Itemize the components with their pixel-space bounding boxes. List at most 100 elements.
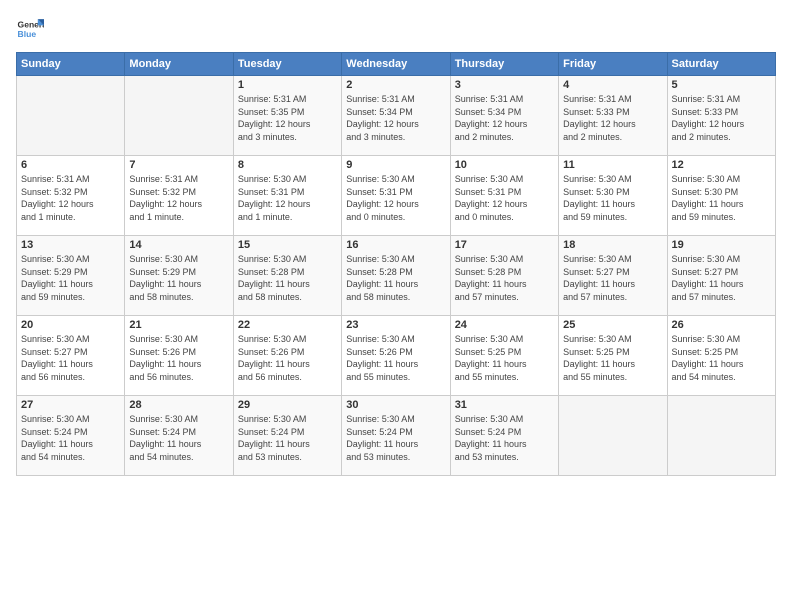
calendar-cell: 23 Sunrise: 5:30 AM Sunset: 5:26 PM Dayli… [342, 316, 450, 396]
day-number: 8 [238, 159, 337, 171]
calendar-cell: 6 Sunrise: 5:31 AM Sunset: 5:32 PM Daylig… [17, 156, 125, 236]
calendar-cell: 17 Sunrise: 5:30 AM Sunset: 5:28 PM Dayli… [450, 236, 558, 316]
week-row-2: 6 Sunrise: 5:31 AM Sunset: 5:32 PM Daylig… [17, 156, 776, 236]
day-number: 18 [563, 239, 662, 251]
calendar-cell: 24Sunrise: 5:30 AM Sunset: 5:25 PM Dayli… [450, 316, 558, 396]
calendar-cell: 10 Sunrise: 5:30 AM Sunset: 5:31 PM Dayli… [450, 156, 558, 236]
day-info: Sunrise: 5:30 AM Sunset: 5:27 PM Dayligh… [672, 253, 771, 303]
calendar-cell: 22 Sunrise: 5:30 AM Sunset: 5:26 PM Dayli… [233, 316, 341, 396]
day-number: 22 [238, 319, 337, 331]
week-row-5: 27Sunrise: 5:30 AM Sunset: 5:24 PM Dayli… [17, 396, 776, 476]
header-thursday: Thursday [450, 53, 558, 76]
day-info: Sunrise: 5:30 AM Sunset: 5:24 PM Dayligh… [346, 413, 445, 463]
day-info: Sunrise: 5:30 AM Sunset: 5:24 PM Dayligh… [238, 413, 337, 463]
day-number: 25 [563, 319, 662, 331]
calendar-table: SundayMondayTuesdayWednesdayThursdayFrid… [16, 52, 776, 476]
header-saturday: Saturday [667, 53, 775, 76]
day-number: 21 [129, 319, 228, 331]
header-friday: Friday [559, 53, 667, 76]
day-info: Sunrise: 5:31 AM Sunset: 5:34 PM Dayligh… [346, 93, 445, 143]
day-number: 3 [455, 79, 554, 91]
calendar-cell: 9 Sunrise: 5:30 AM Sunset: 5:31 PM Daylig… [342, 156, 450, 236]
day-number: 23 [346, 319, 445, 331]
day-info: Sunrise: 5:30 AM Sunset: 5:26 PM Dayligh… [129, 333, 228, 383]
calendar-cell: 5 Sunrise: 5:31 AM Sunset: 5:33 PM Daylig… [667, 76, 775, 156]
calendar-cell: 3Sunrise: 5:31 AM Sunset: 5:34 PM Daylig… [450, 76, 558, 156]
day-number: 13 [21, 239, 120, 251]
day-number: 26 [672, 319, 771, 331]
calendar-cell: 1 Sunrise: 5:31 AM Sunset: 5:35 PM Daylig… [233, 76, 341, 156]
day-number: 10 [455, 159, 554, 171]
day-info: Sunrise: 5:31 AM Sunset: 5:32 PM Dayligh… [21, 173, 120, 223]
calendar-cell: 11 Sunrise: 5:30 AM Sunset: 5:30 PM Dayli… [559, 156, 667, 236]
day-number: 9 [346, 159, 445, 171]
day-info: Sunrise: 5:30 AM Sunset: 5:29 PM Dayligh… [129, 253, 228, 303]
day-info: Sunrise: 5:31 AM Sunset: 5:35 PM Dayligh… [238, 93, 337, 143]
day-info: Sunrise: 5:30 AM Sunset: 5:24 PM Dayligh… [129, 413, 228, 463]
day-info: Sunrise: 5:30 AM Sunset: 5:28 PM Dayligh… [455, 253, 554, 303]
header-sunday: Sunday [17, 53, 125, 76]
calendar-cell: 28 Sunrise: 5:30 AM Sunset: 5:24 PM Dayli… [125, 396, 233, 476]
day-info: Sunrise: 5:30 AM Sunset: 5:24 PM Dayligh… [455, 413, 554, 463]
calendar-cell [559, 396, 667, 476]
day-info: Sunrise: 5:30 AM Sunset: 5:24 PM Dayligh… [21, 413, 120, 463]
day-number: 20 [21, 319, 120, 331]
header-monday: Monday [125, 53, 233, 76]
calendar-cell: 25 Sunrise: 5:30 AM Sunset: 5:25 PM Dayli… [559, 316, 667, 396]
calendar-cell: 14Sunrise: 5:30 AM Sunset: 5:29 PM Dayli… [125, 236, 233, 316]
day-number: 31 [455, 399, 554, 411]
day-info: Sunrise: 5:30 AM Sunset: 5:25 PM Dayligh… [672, 333, 771, 383]
day-info: Sunrise: 5:31 AM Sunset: 5:33 PM Dayligh… [672, 93, 771, 143]
day-number: 29 [238, 399, 337, 411]
svg-text:Blue: Blue [18, 29, 37, 39]
day-info: Sunrise: 5:30 AM Sunset: 5:30 PM Dayligh… [563, 173, 662, 223]
calendar-cell [17, 76, 125, 156]
day-info: Sunrise: 5:30 AM Sunset: 5:26 PM Dayligh… [238, 333, 337, 383]
header-tuesday: Tuesday [233, 53, 341, 76]
week-row-4: 20 Sunrise: 5:30 AM Sunset: 5:27 PM Dayli… [17, 316, 776, 396]
calendar-cell: 13 Sunrise: 5:30 AM Sunset: 5:29 PM Dayli… [17, 236, 125, 316]
calendar-cell: 2Sunrise: 5:31 AM Sunset: 5:34 PM Daylig… [342, 76, 450, 156]
day-info: Sunrise: 5:30 AM Sunset: 5:25 PM Dayligh… [563, 333, 662, 383]
day-number: 7 [129, 159, 228, 171]
day-info: Sunrise: 5:30 AM Sunset: 5:28 PM Dayligh… [346, 253, 445, 303]
page-header: General Blue [16, 16, 776, 44]
day-number: 28 [129, 399, 228, 411]
day-number: 17 [455, 239, 554, 251]
calendar-cell: 18Sunrise: 5:30 AM Sunset: 5:27 PM Dayli… [559, 236, 667, 316]
calendar-cell: 20 Sunrise: 5:30 AM Sunset: 5:27 PM Dayli… [17, 316, 125, 396]
calendar-cell: 19Sunrise: 5:30 AM Sunset: 5:27 PM Dayli… [667, 236, 775, 316]
day-number: 4 [563, 79, 662, 91]
logo: General Blue [16, 16, 44, 44]
day-number: 6 [21, 159, 120, 171]
calendar-cell: 31 Sunrise: 5:30 AM Sunset: 5:24 PM Dayli… [450, 396, 558, 476]
day-number: 1 [238, 79, 337, 91]
calendar-cell [125, 76, 233, 156]
calendar-cell: 26 Sunrise: 5:30 AM Sunset: 5:25 PM Dayli… [667, 316, 775, 396]
day-info: Sunrise: 5:30 AM Sunset: 5:25 PM Dayligh… [455, 333, 554, 383]
day-number: 15 [238, 239, 337, 251]
day-number: 12 [672, 159, 771, 171]
day-info: Sunrise: 5:30 AM Sunset: 5:31 PM Dayligh… [346, 173, 445, 223]
day-info: Sunrise: 5:30 AM Sunset: 5:28 PM Dayligh… [238, 253, 337, 303]
day-number: 5 [672, 79, 771, 91]
calendar-cell: 16Sunrise: 5:30 AM Sunset: 5:28 PM Dayli… [342, 236, 450, 316]
calendar-cell: 12 Sunrise: 5:30 AM Sunset: 5:30 PM Dayli… [667, 156, 775, 236]
calendar-cell: 8 Sunrise: 5:30 AM Sunset: 5:31 PM Daylig… [233, 156, 341, 236]
day-info: Sunrise: 5:30 AM Sunset: 5:29 PM Dayligh… [21, 253, 120, 303]
day-info: Sunrise: 5:30 AM Sunset: 5:27 PM Dayligh… [21, 333, 120, 383]
calendar-cell: 29 Sunrise: 5:30 AM Sunset: 5:24 PM Dayli… [233, 396, 341, 476]
day-info: Sunrise: 5:30 AM Sunset: 5:30 PM Dayligh… [672, 173, 771, 223]
day-info: Sunrise: 5:31 AM Sunset: 5:33 PM Dayligh… [563, 93, 662, 143]
day-info: Sunrise: 5:30 AM Sunset: 5:31 PM Dayligh… [455, 173, 554, 223]
week-row-1: 1 Sunrise: 5:31 AM Sunset: 5:35 PM Daylig… [17, 76, 776, 156]
days-header-row: SundayMondayTuesdayWednesdayThursdayFrid… [17, 53, 776, 76]
day-info: Sunrise: 5:31 AM Sunset: 5:32 PM Dayligh… [129, 173, 228, 223]
day-info: Sunrise: 5:30 AM Sunset: 5:31 PM Dayligh… [238, 173, 337, 223]
day-info: Sunrise: 5:30 AM Sunset: 5:26 PM Dayligh… [346, 333, 445, 383]
day-number: 11 [563, 159, 662, 171]
calendar-cell: 21 Sunrise: 5:30 AM Sunset: 5:26 PM Dayli… [125, 316, 233, 396]
day-number: 30 [346, 399, 445, 411]
calendar-cell: 15 Sunrise: 5:30 AM Sunset: 5:28 PM Dayli… [233, 236, 341, 316]
week-row-3: 13 Sunrise: 5:30 AM Sunset: 5:29 PM Dayli… [17, 236, 776, 316]
